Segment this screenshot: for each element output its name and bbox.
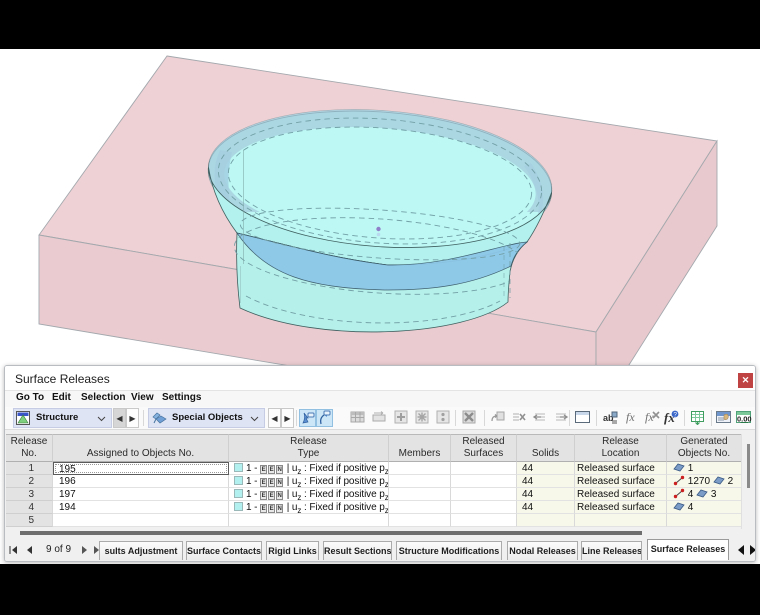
svg-text:?: ?: [673, 412, 677, 419]
svg-text:fx: fx: [626, 410, 635, 424]
